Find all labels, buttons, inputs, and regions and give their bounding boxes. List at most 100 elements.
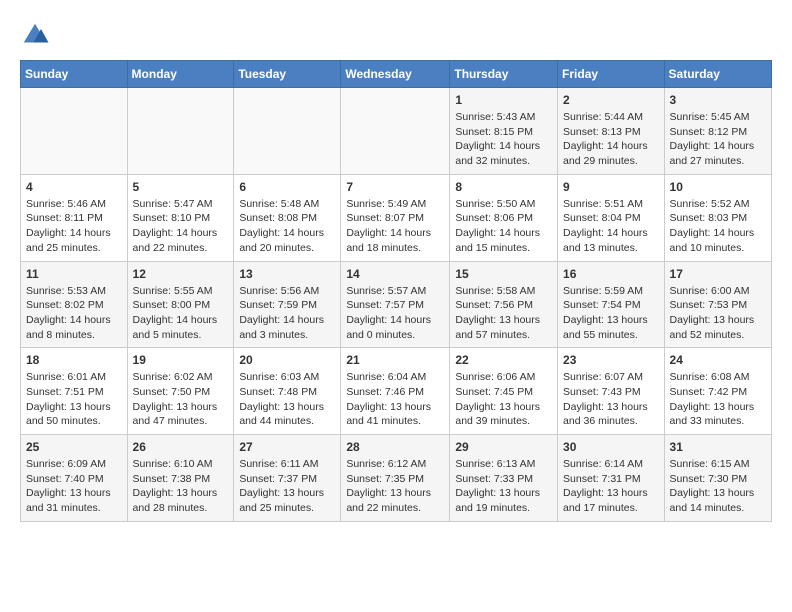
day-info: Sunrise: 5:44 AMSunset: 8:13 PMDaylight:… — [563, 110, 659, 169]
day-number: 6 — [239, 180, 335, 194]
calendar-cell: 29 Sunrise: 6:13 AMSunset: 7:33 PMDayligh… — [450, 435, 558, 522]
calendar-cell: 22Sunrise: 6:06 AMSunset: 7:45 PMDayligh… — [450, 348, 558, 435]
day-number: 21 — [346, 353, 444, 367]
calendar-cell: 13 Sunrise: 5:56 AMSunset: 7:59 PMDayligh… — [234, 261, 341, 348]
day-number: 26 — [133, 440, 229, 454]
weekday-header: Saturday — [664, 61, 771, 88]
day-info: Sunrise: 6:08 AMSunset: 7:42 PMDaylight:… — [670, 370, 766, 429]
day-info: Sunrise: 5:58 AMSunset: 7:56 PMDaylight:… — [455, 284, 552, 343]
day-info: Sunrise: 5:47 AMSunset: 8:10 PMDaylight:… — [133, 197, 229, 256]
day-number: 3 — [670, 93, 766, 107]
calendar-week-row: 18 Sunrise: 6:01 AMSunset: 7:51 PMDayligh… — [21, 348, 772, 435]
day-number: 25 — [26, 440, 122, 454]
calendar-cell: 2 Sunrise: 5:44 AMSunset: 8:13 PMDaylight… — [558, 88, 665, 175]
day-info: Sunrise: 5:53 AMSunset: 8:02 PMDaylight:… — [26, 284, 122, 343]
calendar-cell: 8 Sunrise: 5:50 AMSunset: 8:06 PMDaylight… — [450, 174, 558, 261]
calendar-cell: 20Sunrise: 6:03 AMSunset: 7:48 PMDayligh… — [234, 348, 341, 435]
day-number: 9 — [563, 180, 659, 194]
calendar-cell: 25 Sunrise: 6:09 AMSunset: 7:40 PMDayligh… — [21, 435, 128, 522]
calendar-cell: 30Sunrise: 6:14 AMSunset: 7:31 PMDayligh… — [558, 435, 665, 522]
calendar-week-row: 1 Sunrise: 5:43 AMSunset: 8:15 PMDaylight… — [21, 88, 772, 175]
day-info: Sunrise: 6:00 AMSunset: 7:53 PMDaylight:… — [670, 284, 766, 343]
day-info: Sunrise: 5:45 AMSunset: 8:12 PMDaylight:… — [670, 110, 766, 169]
calendar-cell: 14Sunrise: 5:57 AMSunset: 7:57 PMDayligh… — [341, 261, 450, 348]
day-info: Sunrise: 6:11 AMSunset: 7:37 PMDaylight:… — [239, 457, 335, 516]
day-info: Sunrise: 6:02 AMSunset: 7:50 PMDaylight:… — [133, 370, 229, 429]
day-info: Sunrise: 5:51 AMSunset: 8:04 PMDaylight:… — [563, 197, 659, 256]
calendar-cell: 28 Sunrise: 6:12 AMSunset: 7:35 PMDayligh… — [341, 435, 450, 522]
weekday-header: Thursday — [450, 61, 558, 88]
day-number: 28 — [346, 440, 444, 454]
day-number: 10 — [670, 180, 766, 194]
calendar-cell: 1 Sunrise: 5:43 AMSunset: 8:15 PMDaylight… — [450, 88, 558, 175]
calendar-cell: 31 Sunrise: 6:15 AMSunset: 7:30 PMDayligh… — [664, 435, 771, 522]
day-number: 23 — [563, 353, 659, 367]
day-info: Sunrise: 6:12 AMSunset: 7:35 PMDaylight:… — [346, 457, 444, 516]
calendar-cell: 12 Sunrise: 5:55 AMSunset: 8:00 PMDayligh… — [127, 261, 234, 348]
day-number: 31 — [670, 440, 766, 454]
day-info: Sunrise: 5:48 AMSunset: 8:08 PMDaylight:… — [239, 197, 335, 256]
weekday-header: Wednesday — [341, 61, 450, 88]
day-info: Sunrise: 6:13 AMSunset: 7:33 PMDaylight:… — [455, 457, 552, 516]
calendar-cell: 16 Sunrise: 5:59 AMSunset: 7:54 PMDayligh… — [558, 261, 665, 348]
day-number: 24 — [670, 353, 766, 367]
calendar-cell: 21 Sunrise: 6:04 AMSunset: 7:46 PMDayligh… — [341, 348, 450, 435]
weekday-header: Sunday — [21, 61, 128, 88]
day-info: Sunrise: 6:04 AMSunset: 7:46 PMDaylight:… — [346, 370, 444, 429]
calendar-cell: 6 Sunrise: 5:48 AMSunset: 8:08 PMDaylight… — [234, 174, 341, 261]
day-number: 12 — [133, 267, 229, 281]
calendar-cell — [341, 88, 450, 175]
calendar-cell: 23 Sunrise: 6:07 AMSunset: 7:43 PMDayligh… — [558, 348, 665, 435]
day-number: 8 — [455, 180, 552, 194]
day-info: Sunrise: 5:50 AMSunset: 8:06 PMDaylight:… — [455, 197, 552, 256]
weekday-header: Tuesday — [234, 61, 341, 88]
day-info: Sunrise: 5:55 AMSunset: 8:00 PMDaylight:… — [133, 284, 229, 343]
day-info: Sunrise: 5:59 AMSunset: 7:54 PMDaylight:… — [563, 284, 659, 343]
day-info: Sunrise: 6:07 AMSunset: 7:43 PMDaylight:… — [563, 370, 659, 429]
day-number: 17 — [670, 267, 766, 281]
day-number: 1 — [455, 93, 552, 107]
day-info: Sunrise: 5:46 AMSunset: 8:11 PMDaylight:… — [26, 197, 122, 256]
day-number: 27 — [239, 440, 335, 454]
weekday-row: SundayMondayTuesdayWednesdayThursdayFrid… — [21, 61, 772, 88]
day-number: 29 — [455, 440, 552, 454]
day-number: 20 — [239, 353, 335, 367]
day-number: 22 — [455, 353, 552, 367]
calendar-cell: 24 Sunrise: 6:08 AMSunset: 7:42 PMDayligh… — [664, 348, 771, 435]
calendar-week-row: 25 Sunrise: 6:09 AMSunset: 7:40 PMDayligh… — [21, 435, 772, 522]
calendar-week-row: 4 Sunrise: 5:46 AMSunset: 8:11 PMDaylight… — [21, 174, 772, 261]
day-number: 13 — [239, 267, 335, 281]
calendar-cell: 5Sunrise: 5:47 AMSunset: 8:10 PMDaylight… — [127, 174, 234, 261]
day-info: Sunrise: 6:09 AMSunset: 7:40 PMDaylight:… — [26, 457, 122, 516]
day-info: Sunrise: 6:15 AMSunset: 7:30 PMDaylight:… — [670, 457, 766, 516]
day-info: Sunrise: 6:14 AMSunset: 7:31 PMDaylight:… — [563, 457, 659, 516]
day-info: Sunrise: 5:52 AMSunset: 8:03 PMDaylight:… — [670, 197, 766, 256]
calendar-cell: 7 Sunrise: 5:49 AMSunset: 8:07 PMDaylight… — [341, 174, 450, 261]
calendar-week-row: 11 Sunrise: 5:53 AMSunset: 8:02 PMDayligh… — [21, 261, 772, 348]
calendar-cell: 26 Sunrise: 6:10 AMSunset: 7:38 PMDayligh… — [127, 435, 234, 522]
calendar-cell: 15Sunrise: 5:58 AMSunset: 7:56 PMDayligh… — [450, 261, 558, 348]
day-number: 18 — [26, 353, 122, 367]
calendar-cell: 3 Sunrise: 5:45 AMSunset: 8:12 PMDaylight… — [664, 88, 771, 175]
day-info: Sunrise: 5:57 AMSunset: 7:57 PMDaylight:… — [346, 284, 444, 343]
day-info: Sunrise: 6:10 AMSunset: 7:38 PMDaylight:… — [133, 457, 229, 516]
day-number: 16 — [563, 267, 659, 281]
day-number: 7 — [346, 180, 444, 194]
day-info: Sunrise: 6:01 AMSunset: 7:51 PMDaylight:… — [26, 370, 122, 429]
calendar-cell: 17 Sunrise: 6:00 AMSunset: 7:53 PMDayligh… — [664, 261, 771, 348]
calendar-cell: 10 Sunrise: 5:52 AMSunset: 8:03 PMDayligh… — [664, 174, 771, 261]
day-number: 2 — [563, 93, 659, 107]
day-info: Sunrise: 5:56 AMSunset: 7:59 PMDaylight:… — [239, 284, 335, 343]
weekday-header: Monday — [127, 61, 234, 88]
day-info: Sunrise: 5:49 AMSunset: 8:07 PMDaylight:… — [346, 197, 444, 256]
calendar-cell — [127, 88, 234, 175]
day-number: 4 — [26, 180, 122, 194]
calendar-cell: 4 Sunrise: 5:46 AMSunset: 8:11 PMDaylight… — [21, 174, 128, 261]
calendar-header: SundayMondayTuesdayWednesdayThursdayFrid… — [21, 61, 772, 88]
calendar-cell: 11 Sunrise: 5:53 AMSunset: 8:02 PMDayligh… — [21, 261, 128, 348]
calendar-body: 1 Sunrise: 5:43 AMSunset: 8:15 PMDaylight… — [21, 88, 772, 522]
calendar-cell: 27 Sunrise: 6:11 AMSunset: 7:37 PMDayligh… — [234, 435, 341, 522]
calendar-cell — [21, 88, 128, 175]
day-number: 11 — [26, 267, 122, 281]
day-info: Sunrise: 5:43 AMSunset: 8:15 PMDaylight:… — [455, 110, 552, 169]
